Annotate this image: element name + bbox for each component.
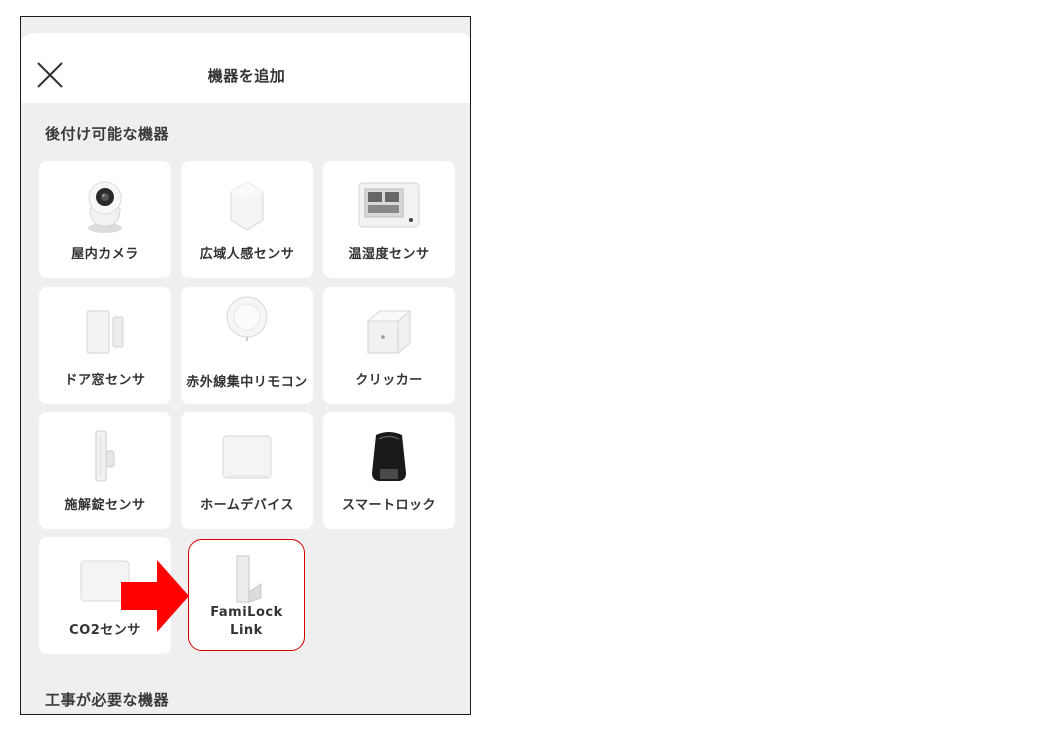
device-label: 広域人感センサ: [199, 247, 295, 262]
device-label: ドア窓センサ: [64, 373, 146, 388]
device-label: ホームデバイス: [200, 498, 294, 513]
section-title-retrofit: 後付け可能な機器: [45, 125, 170, 143]
device-tile-lock-sensor[interactable]: 施解錠センサ: [39, 412, 171, 529]
device-label: 施解錠センサ: [64, 498, 146, 513]
device-tile-thermo-hygrometer[interactable]: 温湿度センサ: [323, 161, 455, 278]
device-label: クリッカー: [355, 373, 423, 388]
device-tile-ir-remote[interactable]: 赤外線集中リモコン: [181, 287, 313, 404]
door-window-sensor-icon: [86, 310, 124, 354]
device-tile-clicker[interactable]: クリッカー: [323, 287, 455, 404]
device-label: 温湿度センサ: [348, 247, 430, 262]
device-label: スマートロック: [341, 498, 437, 513]
motion-sensor-icon: [230, 181, 264, 231]
device-tile-home-device[interactable]: ホームデバイス: [181, 412, 313, 529]
thermo-hygrometer-icon: [358, 182, 420, 228]
page-title: 機器を追加: [207, 67, 286, 85]
device-tile-smart-lock[interactable]: スマートロック: [323, 412, 455, 529]
familock-link-icon: [236, 555, 261, 603]
app-frame: 機器を追加 後付け可能な機器 屋内カメラ 広域人感センサ 温湿度センサ ドア窓セ…: [20, 16, 471, 715]
device-label: 赤外線集中リモコン: [186, 375, 308, 390]
section-title-construction: 工事が必要な機器: [45, 691, 170, 709]
device-tile-motion-sensor[interactable]: 広域人感センサ: [181, 161, 313, 278]
device-tile-indoor-camera[interactable]: 屋内カメラ: [39, 161, 171, 278]
device-tile-familock-link[interactable]: FamiLock Link: [188, 539, 305, 651]
device-tile-door-window-sensor[interactable]: ドア窓センサ: [39, 287, 171, 404]
device-label: 屋内カメラ: [71, 247, 139, 262]
clicker-icon: [366, 310, 412, 354]
lock-sensor-icon: [95, 430, 115, 482]
pointer-arrow-icon: [121, 560, 191, 632]
ir-remote-icon: [226, 296, 268, 341]
device-label: FamiLock Link: [210, 605, 283, 638]
modal-header: 機器を追加: [21, 33, 470, 103]
camera-icon: [88, 181, 122, 233]
smart-lock-icon: [372, 432, 406, 481]
home-device-icon: [222, 435, 272, 479]
